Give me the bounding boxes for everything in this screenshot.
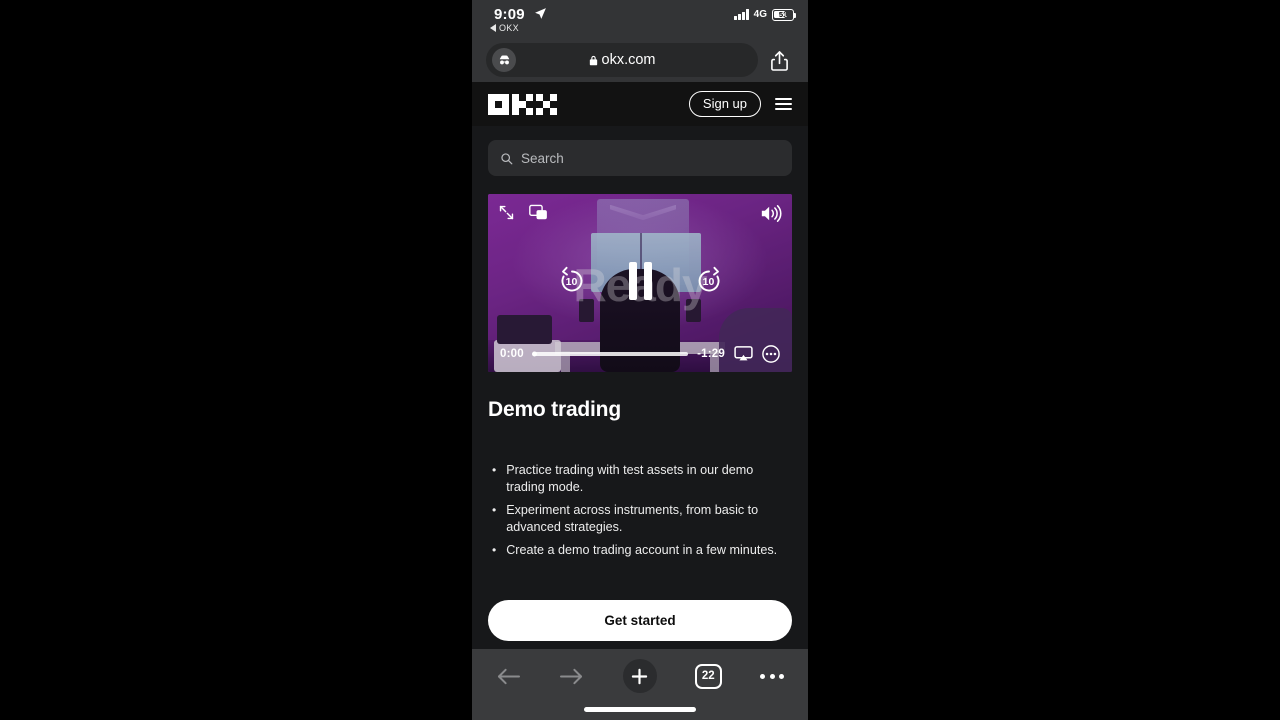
bullet-text: Create a demo trading account in a few m… — [506, 543, 778, 558]
feature-bullet-list: • Practice trading with test assets in o… — [488, 462, 792, 559]
lock-icon — [589, 55, 597, 65]
forward-10-label: 10 — [702, 276, 715, 288]
url-text: okx.com — [601, 52, 656, 68]
get-started-button[interactable]: Get started — [488, 600, 792, 642]
video-remaining-time: -1:29 — [697, 348, 725, 360]
screen-root: 9:09 OKX 4G 51 okx.com Sign up Search Re… — [0, 0, 1280, 720]
bullet-dot-icon: • — [492, 503, 497, 518]
rewind-10-button[interactable]: 10 — [557, 266, 587, 296]
location-arrow-icon — [535, 8, 546, 19]
list-item: • Practice trading with test assets in o… — [492, 462, 792, 495]
bullet-dot-icon: • — [492, 463, 497, 477]
sign-up-button[interactable]: Sign up — [688, 90, 761, 118]
back-to-app-label: OKX — [499, 23, 519, 33]
video-center-controls: 10 10 — [488, 262, 792, 300]
url-bar[interactable]: okx.com — [486, 43, 758, 77]
logo-glyph-k — [512, 93, 533, 115]
picture-in-picture-icon[interactable] — [529, 204, 547, 220]
phone-viewport: 9:09 OKX 4G 51 okx.com Sign up Search Re… — [472, 0, 808, 720]
pause-icon[interactable] — [628, 262, 652, 300]
search-input[interactable]: Search — [488, 140, 792, 176]
video-top-left-controls — [498, 204, 547, 221]
search-icon — [501, 152, 513, 164]
airplay-icon[interactable] — [734, 346, 753, 362]
volume-on-icon[interactable] — [760, 204, 782, 223]
video-bottom-controls: 0:00 -1:29 — [488, 345, 792, 363]
bullet-text: Practice trading with test assets in our… — [506, 463, 754, 494]
logo-glyph-x — [536, 93, 557, 115]
video-top-right-controls — [760, 204, 782, 228]
video-playhead[interactable] — [531, 351, 537, 357]
list-item: • Experiment across instruments, from ba… — [492, 502, 792, 535]
status-bar-indicators: 4G 51 — [734, 9, 796, 21]
new-tab-button[interactable] — [622, 659, 657, 693]
header-actions: Sign up — [688, 90, 792, 118]
search-placeholder: Search — [521, 150, 564, 166]
video-player[interactable]: Ready 10 10 0:00 -1:29 — [488, 194, 792, 372]
url-display: okx.com — [486, 52, 758, 68]
back-to-app-indicator[interactable]: OKX — [490, 23, 519, 33]
ios-status-bar: 9:09 OKX 4G 51 — [472, 0, 808, 38]
page-title: Demo trading — [488, 398, 621, 421]
okx-logo[interactable] — [488, 93, 557, 115]
bullet-text: Experiment across instruments, from basi… — [506, 503, 759, 534]
forward-arrow-icon[interactable] — [559, 666, 584, 687]
plus-icon — [631, 668, 648, 684]
browser-bottom-toolbar: 22 — [472, 649, 808, 720]
fullscreen-expand-icon[interactable] — [498, 204, 515, 221]
battery-icon: 51 — [772, 9, 796, 21]
video-more-options-icon[interactable] — [762, 345, 780, 363]
list-item: • Create a demo trading account in a few… — [492, 542, 792, 559]
back-triangle-icon — [490, 24, 496, 32]
incognito-icon[interactable] — [492, 48, 516, 72]
browser-url-bar-container: okx.com — [472, 38, 808, 82]
forward-10-button[interactable]: 10 — [694, 266, 724, 296]
home-indicator — [584, 707, 696, 712]
signal-bars-icon — [734, 9, 749, 21]
rewind-10-label: 10 — [565, 276, 578, 288]
back-arrow-icon[interactable] — [496, 666, 521, 687]
bullet-dot-icon: • — [492, 543, 497, 558]
logo-glyph-o — [488, 93, 509, 115]
page-content: Search Ready 10 10 0:00 -1:29 Demo tradi… — [472, 140, 808, 642]
status-bar-time: 9:09 — [494, 6, 525, 23]
tab-count-button[interactable]: 22 — [694, 663, 722, 689]
battery-percent-label: 51 — [778, 10, 788, 19]
network-type-label: 4G — [753, 9, 767, 21]
hamburger-menu-icon[interactable] — [775, 97, 792, 111]
site-header: Sign up — [472, 82, 808, 126]
video-current-time: 0:00 — [500, 348, 524, 360]
video-progress-scrubber[interactable] — [531, 351, 689, 357]
more-dots-icon[interactable] — [760, 673, 784, 679]
share-icon[interactable] — [764, 45, 794, 75]
